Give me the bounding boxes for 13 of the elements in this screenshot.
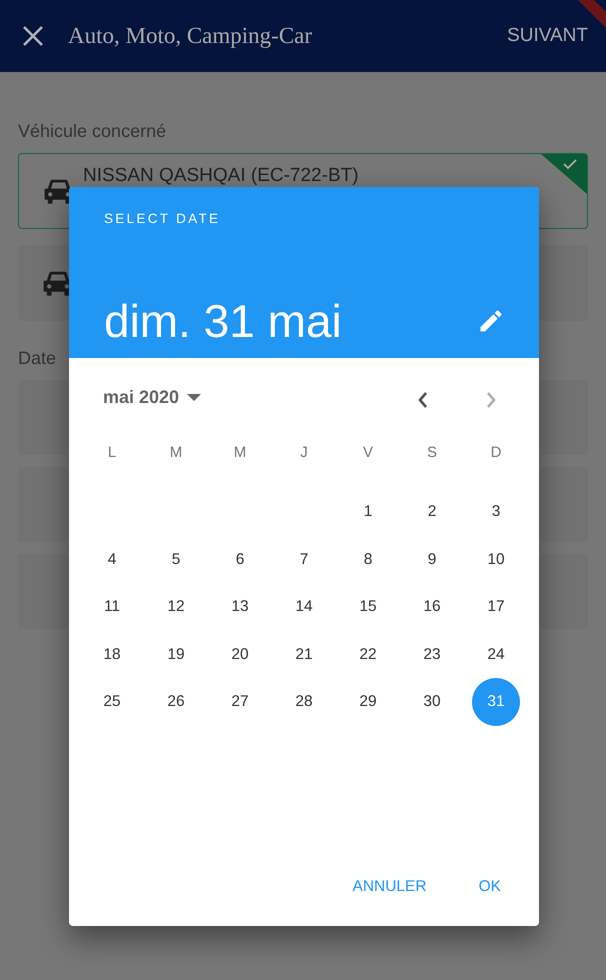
- weekday-label: M: [234, 443, 246, 463]
- weekday-label: J: [300, 443, 308, 463]
- weekday-label: M: [170, 443, 182, 463]
- field-label: Date: [18, 347, 58, 370]
- vehicle-name: NISSAN QASHQAI (EC-722-BT): [83, 164, 359, 187]
- weekday-label: S: [426, 443, 437, 463]
- field-label: Véhicule concerné: [18, 120, 168, 143]
- weekday-label: V: [362, 443, 373, 463]
- dialog-label: SELECT DATE: [104, 210, 222, 228]
- weekday-label: D: [490, 443, 502, 463]
- screen-title: Auto, Moto, Camping-Car: [68, 22, 312, 50]
- weekday-label: L: [108, 443, 116, 463]
- selected-date: dim. 31 mai: [104, 298, 342, 344]
